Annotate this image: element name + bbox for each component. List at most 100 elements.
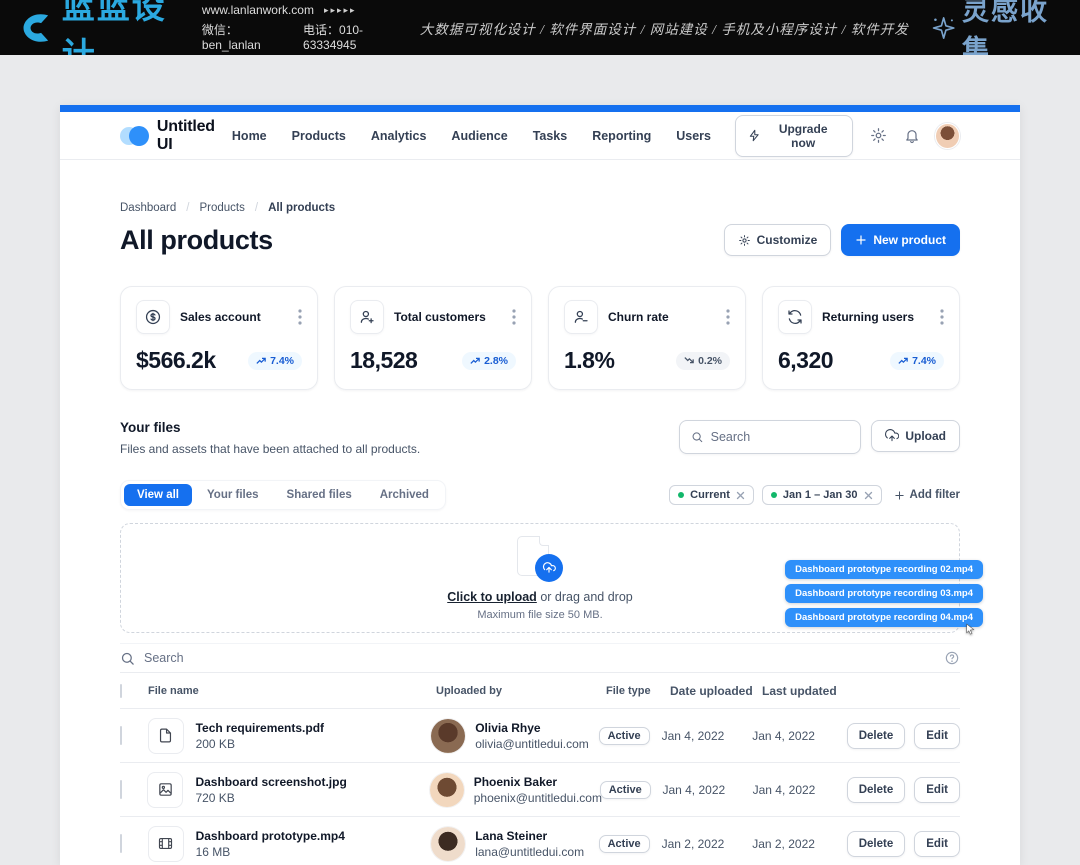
row-checkbox[interactable] <box>120 834 122 853</box>
last-updated: Jan 2, 2022 <box>752 837 847 851</box>
stat-card-returning-users: Returning users 6,320 7.4% <box>762 286 960 390</box>
date-uploaded: Jan 4, 2022 <box>662 783 752 797</box>
tab-archived[interactable]: Archived <box>367 484 442 506</box>
add-filter-button[interactable]: Add filter <box>894 489 960 501</box>
click-to-upload-link[interactable]: Click to upload <box>447 590 537 604</box>
nav-item-products[interactable]: Products <box>292 129 346 143</box>
file-name[interactable]: Tech requirements.pdf <box>196 721 324 735</box>
banner-phone: 电话：010-63334945 <box>303 21 398 52</box>
stat-card-churn-rate: Churn rate 1.8% 0.2% <box>548 286 746 390</box>
status-badge: Active <box>599 727 650 745</box>
file-size: 200 KB <box>196 737 324 751</box>
date-uploaded: Jan 2, 2022 <box>662 837 753 851</box>
drag-drop-text: or drag and drop <box>540 590 632 604</box>
uploader-name: Lana Steiner <box>475 829 584 843</box>
file-tabs: View all Your files Shared files Archive… <box>120 480 446 510</box>
max-file-size-hint: Maximum file size 50 MB. <box>477 609 602 621</box>
breadcrumb-all-products[interactable]: All products <box>268 202 335 214</box>
trend-badge: 7.4% <box>890 352 944 370</box>
delete-button[interactable]: Delete <box>847 723 906 749</box>
files-search-input[interactable] <box>679 420 861 454</box>
date-uploaded: Jan 4, 2022 <box>662 729 753 743</box>
promo-banner: 蓝蓝设计 www.lanlanwork.com ▸▸▸▸▸ 微信：ben_lan… <box>0 0 1080 55</box>
trend-down-icon <box>684 356 694 365</box>
avatar <box>431 719 465 753</box>
card-menu-dots-icon[interactable] <box>298 309 302 325</box>
stat-card-sales-account: Sales account $566.2k 7.4% <box>120 286 318 390</box>
stat-value: 6,320 <box>778 347 833 374</box>
upgrade-now-button[interactable]: Upgrade now <box>735 115 853 157</box>
close-icon[interactable] <box>736 491 745 500</box>
table-search-field[interactable] <box>144 651 935 665</box>
trend-up-icon <box>898 356 908 365</box>
uploader-email: lana@untitledui.com <box>475 845 584 859</box>
edit-button[interactable]: Edit <box>914 777 960 803</box>
delete-button[interactable]: Delete <box>847 777 906 803</box>
customize-button[interactable]: Customize <box>724 224 832 256</box>
card-menu-dots-icon[interactable] <box>512 309 516 325</box>
breadcrumb-products[interactable]: Products <box>199 202 244 214</box>
uploader-email: olivia@untitledui.com <box>475 737 589 751</box>
untitledui-logo[interactable]: Untitled UI <box>120 118 232 154</box>
file-name[interactable]: Dashboard prototype.mp4 <box>196 829 345 843</box>
card-menu-dots-icon[interactable] <box>940 309 944 325</box>
nav-item-analytics[interactable]: Analytics <box>371 129 427 143</box>
file-name[interactable]: Dashboard screenshot.jpg <box>195 775 346 789</box>
last-updated: Jan 4, 2022 <box>752 729 847 743</box>
search-icon <box>120 651 135 666</box>
file-icon <box>148 718 184 754</box>
nav-links: Home Products Analytics Audience Tasks R… <box>232 129 711 143</box>
breadcrumb-separator: / <box>186 202 189 214</box>
nav-item-home[interactable]: Home <box>232 129 267 143</box>
lanlan-logo-icon <box>20 8 54 48</box>
tab-shared-files[interactable]: Shared files <box>274 484 365 506</box>
banner-url: www.lanlanwork.com <box>202 3 314 17</box>
notifications-bell-icon[interactable] <box>904 128 920 144</box>
section-title-your-files: Your files <box>120 420 420 435</box>
search-icon <box>691 430 703 444</box>
page-title: All products <box>120 225 273 256</box>
column-last-updated: Last updated <box>762 684 837 698</box>
upload-button[interactable]: Upload <box>871 420 960 452</box>
help-icon[interactable] <box>944 650 960 666</box>
nav-item-tasks[interactable]: Tasks <box>533 129 568 143</box>
upload-dropzone[interactable]: Click to upload or drag and drop Maximum… <box>120 523 960 633</box>
stat-value: $566.2k <box>136 347 216 374</box>
edit-button[interactable]: Edit <box>914 831 960 857</box>
trend-badge: 2.8% <box>462 352 516 370</box>
nav-item-users[interactable]: Users <box>676 129 711 143</box>
nav-item-audience[interactable]: Audience <box>451 129 507 143</box>
arrows-decoration: ▸▸▸▸▸ <box>324 5 357 16</box>
gear-icon <box>738 234 751 247</box>
close-icon[interactable] <box>864 491 873 500</box>
row-checkbox[interactable] <box>120 780 122 799</box>
brand-name: Untitled UI <box>157 118 232 154</box>
tab-view-all[interactable]: View all <box>124 484 192 506</box>
filter-chip-date-range[interactable]: Jan 1 – Jan 30 <box>762 485 882 505</box>
uploader-email: phoenix@untitledui.com <box>474 791 602 805</box>
video-icon <box>148 826 184 862</box>
breadcrumb-dashboard[interactable]: Dashboard <box>120 202 176 214</box>
table-search-bar[interactable] <box>120 643 960 673</box>
edit-button[interactable]: Edit <box>914 723 960 749</box>
upload-file-icon <box>517 536 563 582</box>
upload-tooltips: Dashboard prototype recording 02.mp4 Das… <box>785 560 983 627</box>
settings-gear-icon[interactable] <box>870 127 887 144</box>
new-product-button[interactable]: New product <box>841 224 960 256</box>
nav-item-reporting[interactable]: Reporting <box>592 129 651 143</box>
search-field[interactable] <box>711 430 850 444</box>
row-checkbox[interactable] <box>120 726 122 745</box>
trend-up-icon <box>470 356 480 365</box>
status-dot <box>678 492 684 498</box>
card-menu-dots-icon[interactable] <box>726 309 730 325</box>
delete-button[interactable]: Delete <box>847 831 906 857</box>
tab-your-files[interactable]: Your files <box>194 484 272 506</box>
upload-cloud-icon <box>885 429 899 443</box>
page-background: Untitled UI Home Products Analytics Audi… <box>0 55 1080 865</box>
uploader-name: Olivia Rhye <box>475 721 589 735</box>
user-avatar[interactable] <box>935 123 960 149</box>
filter-chip-current[interactable]: Current <box>669 485 754 505</box>
select-all-checkbox[interactable] <box>120 684 122 698</box>
stat-title: Returning users <box>822 310 914 324</box>
file-size: 16 MB <box>196 845 345 859</box>
